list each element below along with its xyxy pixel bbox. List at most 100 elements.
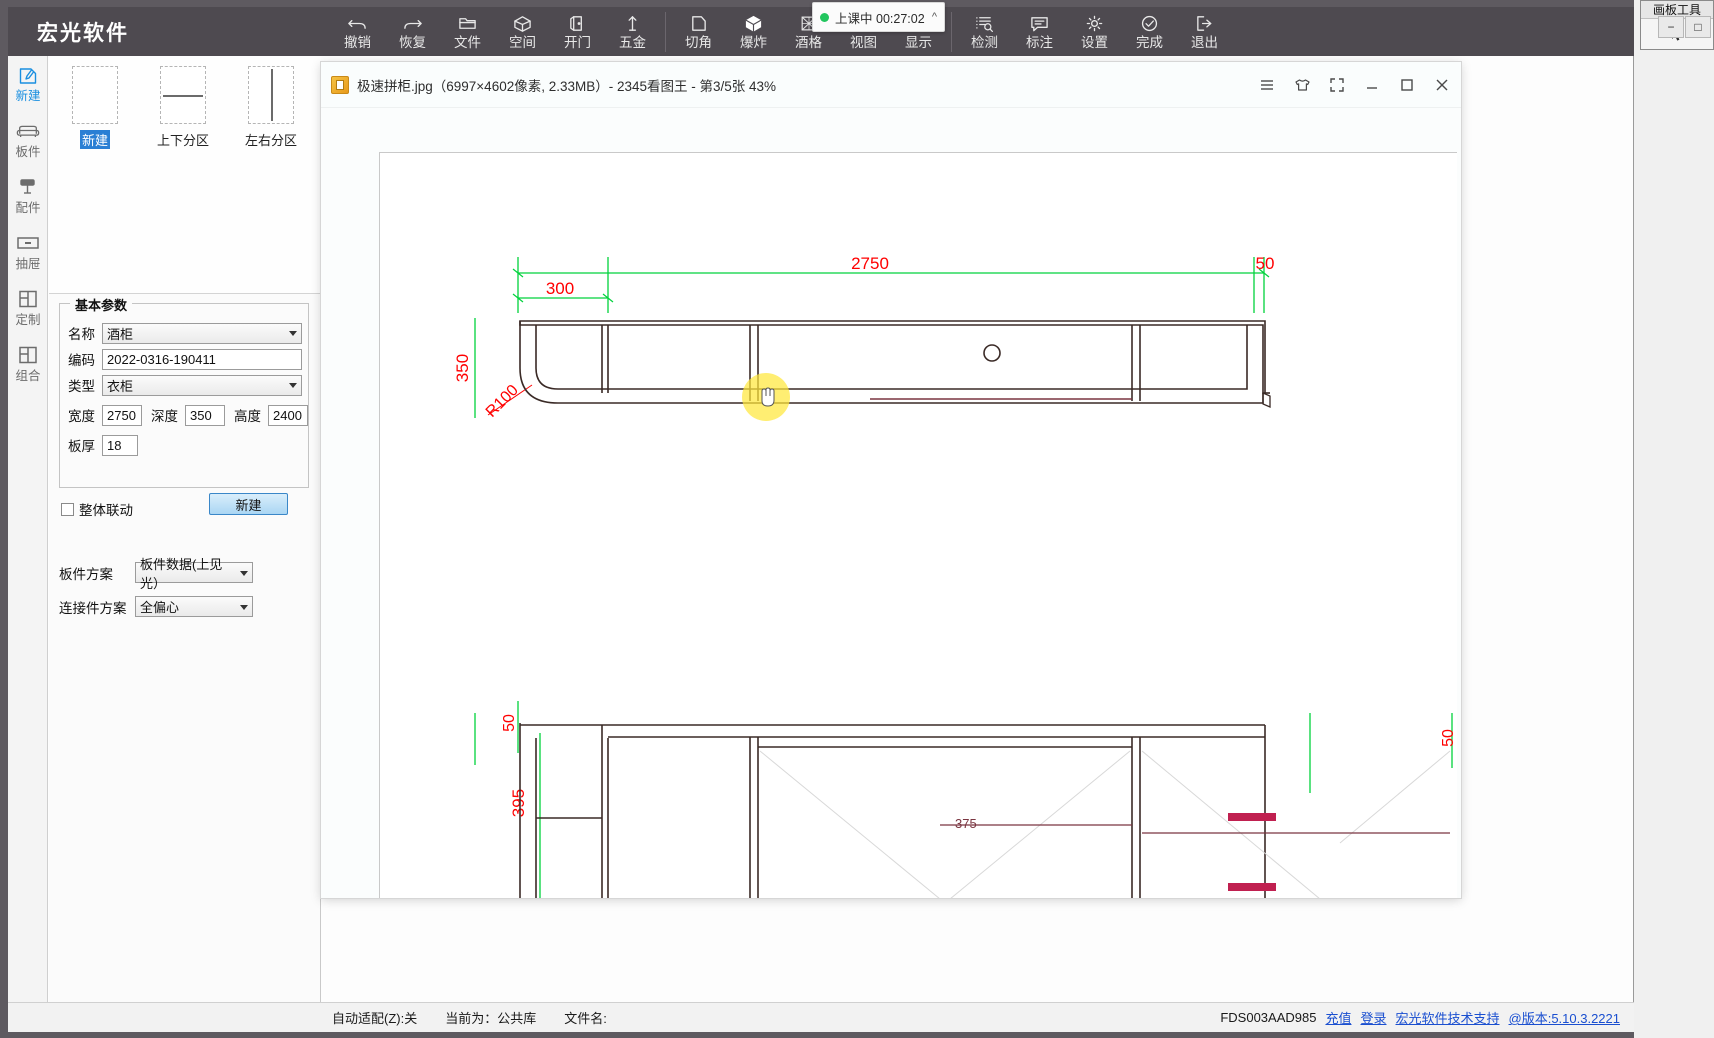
panel-scheme-value: 板件数据(上见光）: [140, 556, 223, 591]
rail-item-new-pencil[interactable]: 新建: [8, 56, 48, 112]
width-input[interactable]: 2750: [102, 404, 142, 426]
toolbar-item-gear[interactable]: 设置: [1067, 7, 1122, 56]
toolbar-item-label: 视图: [850, 34, 877, 50]
chevron-up-icon[interactable]: ^: [932, 11, 937, 23]
status-recharge-link[interactable]: 充值: [1325, 1008, 1351, 1027]
rail-item-label: 定制: [15, 313, 41, 327]
window-minimize-button[interactable]: −: [1658, 16, 1684, 38]
hardware-icon: [622, 14, 644, 34]
code-input[interactable]: 2022-0316-190411: [102, 348, 302, 370]
viewer-canvas[interactable]: 2750 50 300 350 R100 50 395 50 375: [321, 108, 1461, 898]
thickness-label: 板厚: [68, 439, 95, 454]
toolbar-item-annotate[interactable]: 标注: [1012, 7, 1067, 56]
rail-item-panel[interactable]: 板件: [8, 112, 48, 168]
toolbar-item-check-circle[interactable]: 完成: [1122, 7, 1177, 56]
linkage-label: 整体联动: [79, 503, 133, 518]
chevron-down-icon: [240, 570, 248, 576]
close-icon[interactable]: [1431, 74, 1453, 96]
height-value: 2400: [273, 407, 302, 423]
shirt-skin-icon[interactable]: [1291, 74, 1313, 96]
maximize-icon[interactable]: [1396, 74, 1418, 96]
toolbar-item-exit[interactable]: 退出: [1177, 7, 1232, 56]
type-select[interactable]: 衣柜: [102, 374, 302, 396]
viewer-title-text: 极速拼柜.jpg（6997×4602像素, 2.33MB）- 2345看图王 -…: [357, 78, 777, 94]
connector-scheme-label: 连接件方案: [59, 600, 127, 616]
new-button[interactable]: 新建: [209, 493, 288, 515]
app-brand-title: 宏光软件: [37, 21, 129, 45]
fullscreen-icon[interactable]: [1326, 74, 1348, 96]
rail-item-label: 配件: [15, 201, 41, 215]
rail-item-combine[interactable]: 组合: [8, 336, 48, 392]
toolbar-item-undo[interactable]: 撤销: [330, 7, 385, 56]
new-pencil-icon: [17, 64, 39, 86]
partition-thumbnail-0[interactable]: 新建: [67, 66, 123, 293]
toolbar-item-hardware[interactable]: 五金: [605, 7, 660, 56]
class-status-pill[interactable]: 上课中 00:27:02 ^: [812, 2, 945, 32]
left-properties-panel: 新建 上下分区 左右分区 基本参数 名称 酒柜 编码 2022-0316-19041…: [49, 56, 321, 1002]
chevron-down-icon: [289, 383, 297, 388]
svg-text:375: 375: [955, 816, 977, 831]
toolbar-item-label: 开门: [564, 34, 591, 50]
window-maximize-button[interactable]: □: [1685, 16, 1711, 38]
height-input[interactable]: 2400: [268, 404, 308, 426]
toolbar-item-label: 显示: [905, 34, 932, 50]
toolbar-item-label: 退出: [1191, 34, 1218, 50]
menu-hamburger-icon[interactable]: [1256, 74, 1278, 96]
gear-icon: [1084, 14, 1106, 34]
svg-text:300: 300: [546, 279, 574, 298]
toolbar-item-label: 完成: [1136, 34, 1163, 50]
accessory-icon: [17, 176, 39, 198]
rail-item-label: 抽屉: [15, 257, 41, 271]
rail-item-accessory[interactable]: 配件: [8, 168, 48, 224]
status-version-link[interactable]: @版本:5.10.3.2221: [1509, 1008, 1620, 1027]
toolbar-item-label: 标注: [1026, 34, 1053, 50]
toolbar-item-inspect[interactable]: 检测: [957, 7, 1012, 56]
viewer-title-bar[interactable]: 极速拼柜.jpg（6997×4602像素, 2.33MB）- 2345看图王 -…: [321, 62, 1461, 108]
linkage-checkbox[interactable]: [61, 502, 74, 516]
status-support-link[interactable]: 宏光软件技术支持: [1396, 1008, 1500, 1027]
name-select[interactable]: 酒柜: [102, 322, 302, 344]
custom-icon: [17, 288, 39, 310]
drawer-icon: [16, 232, 40, 254]
status-current-library: 当前为：公共库: [445, 1011, 537, 1026]
frame-edge-bottom: [0, 1032, 1634, 1038]
status-login-link[interactable]: 登录: [1360, 1008, 1386, 1027]
depth-input[interactable]: 350: [185, 404, 225, 426]
image-viewer-window: 极速拼柜.jpg（6997×4602像素, 2.33MB）- 2345看图王 -…: [321, 62, 1461, 898]
door-icon: [567, 14, 589, 34]
toolbar-item-label: 检测: [971, 34, 998, 50]
svg-text:50: 50: [1256, 254, 1275, 273]
connector-scheme-select[interactable]: 全偏心: [135, 596, 253, 617]
toolbar-item-explode[interactable]: 爆炸: [726, 7, 781, 56]
rail-item-label: 组合: [15, 369, 41, 383]
exit-icon: [1194, 14, 1216, 34]
thickness-input[interactable]: 18: [102, 434, 138, 456]
thumbnail-box: [248, 66, 294, 124]
linkage-checkbox-row[interactable]: 整体联动: [61, 499, 133, 519]
thickness-row: 板厚 18: [68, 432, 308, 458]
toolbar-item-cube[interactable]: 空间: [495, 7, 550, 56]
depth-label: 深度: [151, 409, 178, 424]
combine-icon: [17, 344, 39, 366]
partition-thumbnail-2[interactable]: 左右分区: [243, 66, 299, 293]
toolbar-item-corner-cut[interactable]: 切角: [671, 7, 726, 56]
toolbar-item-folder[interactable]: 文件: [440, 7, 495, 56]
chevron-down-icon: [240, 604, 248, 610]
rail-item-drawer[interactable]: 抽屉: [8, 224, 48, 280]
panel-scheme-select[interactable]: 板件数据(上见光）: [135, 557, 253, 591]
toolbar-item-door[interactable]: 开门: [550, 7, 605, 56]
partition-thumbnails: 新建 上下分区 左右分区: [49, 56, 321, 294]
toolbar-item-redo[interactable]: 恢复: [385, 7, 440, 56]
right-palette-area: 画板工具: [1634, 0, 1714, 1038]
name-value: 酒柜: [107, 326, 134, 342]
rail-item-custom[interactable]: 定制: [8, 280, 48, 336]
name-label: 名称: [68, 327, 95, 342]
inspect-icon: [974, 14, 996, 34]
connector-scheme-value: 全偏心: [140, 600, 180, 615]
annotate-icon: [1029, 14, 1051, 34]
partition-thumbnail-1[interactable]: 上下分区: [155, 66, 211, 293]
svg-text:50: 50: [501, 714, 518, 732]
cabinet-drawing-svg: 2750 50 300 350 R100 50 395 50 375: [453, 254, 1457, 898]
toolbar-item-label: 设置: [1081, 34, 1108, 50]
minimize-icon[interactable]: [1361, 74, 1383, 96]
